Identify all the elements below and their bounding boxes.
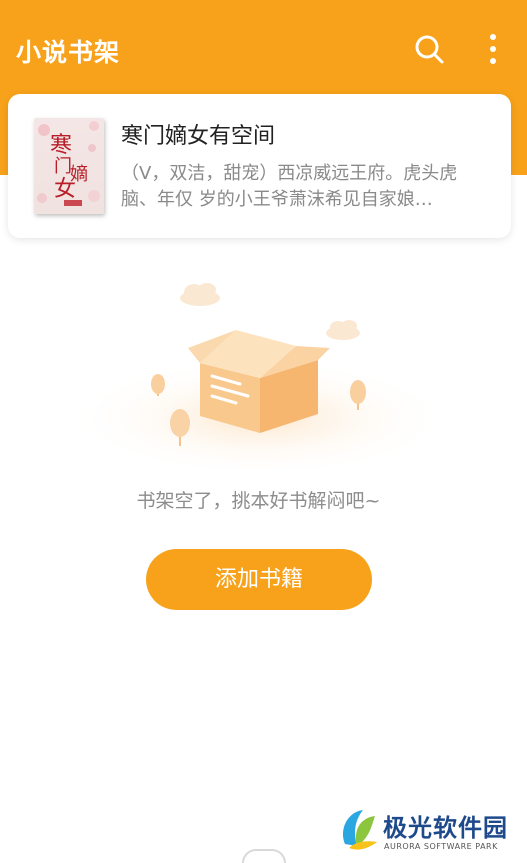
book-cover[interactable]: 寒 门 嫡 女 bbox=[34, 118, 104, 214]
watermark: 极光软件园 AURORA SOFTWARE PARK bbox=[335, 800, 527, 857]
search-button[interactable] bbox=[411, 31, 447, 67]
empty-box-illustration bbox=[70, 283, 450, 468]
cloud-icon bbox=[180, 283, 220, 306]
status-bar-icons bbox=[397, 0, 517, 6]
gesture-bar bbox=[242, 849, 286, 863]
book-cover-art: 寒 门 嫡 女 bbox=[34, 118, 104, 214]
book-description: （V，双洁，甜宠）西凉威远王府。虎头虎脑、年仅 岁的小王爷萧沫希见自家娘… bbox=[121, 163, 458, 210]
watermark-name: 极光软件园 bbox=[383, 814, 508, 842]
empty-state-message: 书架空了，挑本好书解闷吧~ bbox=[136, 490, 381, 512]
more-menu-button[interactable] bbox=[475, 31, 511, 67]
watermark-sub: AURORA SOFTWARE PARK bbox=[384, 842, 498, 851]
cover-char-1: 寒 bbox=[50, 133, 72, 158]
search-icon bbox=[415, 35, 444, 64]
add-book-button[interactable]: 添加书籍 bbox=[146, 549, 372, 610]
aurora-logo-icon bbox=[343, 810, 377, 850]
more-vertical-icon bbox=[490, 34, 496, 64]
book-title[interactable]: 寒门嫡女有空间 bbox=[121, 118, 275, 150]
book-card[interactable]: 寒 门 嫡 女 寒门嫡女有空间 （V，双洁，甜宠）西凉威远王府。虎头虎脑、年仅 … bbox=[8, 94, 511, 238]
cover-char-4: 女 bbox=[54, 177, 76, 202]
page-title: 小说书架 bbox=[16, 38, 121, 67]
